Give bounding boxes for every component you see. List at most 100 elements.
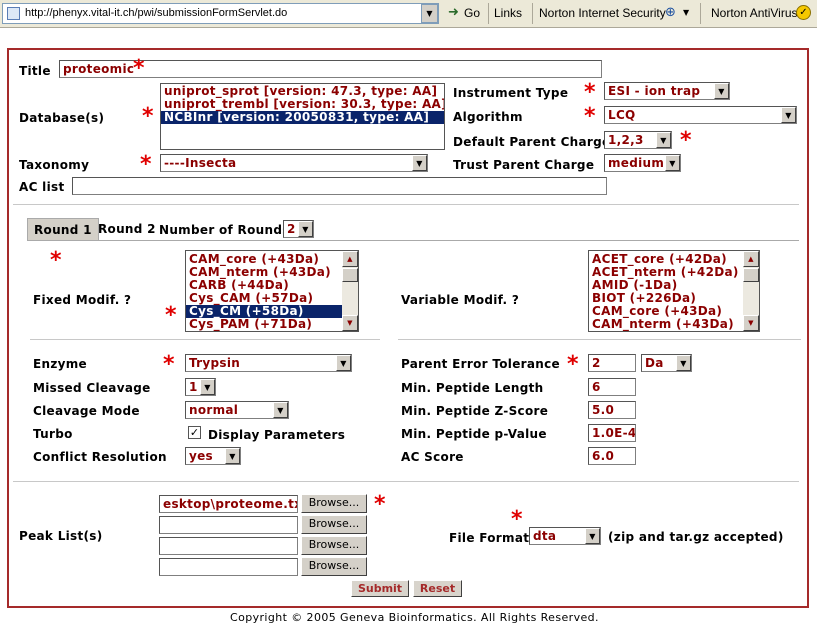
ac-score-input[interactable]: 6.0 xyxy=(588,447,636,465)
algorithm-value: LCQ xyxy=(608,108,636,122)
chevron-down-icon[interactable]: ▼ xyxy=(298,221,313,237)
fixed-modif-list[interactable]: CAM_core (+43Da) CAM_nterm (+43Da) CARB … xyxy=(185,250,359,332)
go-arrow-icon[interactable]: ➜ xyxy=(448,5,459,20)
scroll-thumb[interactable] xyxy=(342,268,358,282)
ac-list-input[interactable] xyxy=(72,177,607,195)
trust-label: Trust Parent Charge xyxy=(453,158,595,172)
database-list[interactable]: uniprot_sprot [version: 47.3, type: AA] … xyxy=(160,83,445,150)
min-peptide-pvalue-input[interactable]: 1.0E-4 xyxy=(588,424,636,442)
divider xyxy=(13,204,799,206)
file-format-note: (zip and tar.gz accepted) xyxy=(608,530,784,544)
ac-score-label: AC Score xyxy=(401,450,464,464)
database-label: Database(s) xyxy=(19,111,105,125)
address-bar[interactable]: http://phenyx.vital-it.ch/pwi/submission… xyxy=(2,3,439,24)
tab-round-1[interactable]: Round 1 xyxy=(27,218,99,241)
address-text: http://phenyx.vital-it.ch/pwi/submission… xyxy=(25,7,288,19)
copyright-footer: Copyright © 2005 Geneva Bioinformatics. … xyxy=(230,611,599,624)
reset-button[interactable]: Reset xyxy=(413,580,462,597)
min-peptide-zscore-input[interactable]: 5.0 xyxy=(588,401,636,419)
toolbar-separator xyxy=(532,3,533,24)
required-icon: * xyxy=(133,56,145,81)
conflict-resolution-value: yes xyxy=(189,449,214,463)
database-option-selected[interactable]: NCBInr [version: 20050831, type: AA] xyxy=(161,111,444,124)
divider xyxy=(13,481,799,483)
number-of-rounds-label: Number of Rounds xyxy=(159,223,290,237)
browse-button[interactable]: Browse... xyxy=(301,557,367,576)
charge-value: 1,2,3 xyxy=(608,133,644,147)
chevron-down-icon[interactable]: ▼ xyxy=(200,379,215,395)
taxonomy-select[interactable]: ----Insecta ▼ xyxy=(160,154,428,172)
conflict-resolution-label: Conflict Resolution xyxy=(33,450,167,464)
scroll-thumb[interactable] xyxy=(743,268,759,282)
tolerance-unit-value: Da xyxy=(645,356,664,370)
parent-error-tolerance-input[interactable]: 2 xyxy=(588,354,636,372)
browse-button[interactable]: Browse... xyxy=(301,536,367,555)
norton-antivirus-button[interactable]: Norton AntiVirus xyxy=(711,6,798,20)
min-peptide-length-label: Min. Peptide Length xyxy=(401,381,544,395)
chevron-down-icon[interactable]: ▼ xyxy=(273,402,288,418)
peak-file-input[interactable]: esktop\proteome.txt xyxy=(159,495,298,513)
trust-value: medium xyxy=(608,156,665,170)
links-button[interactable]: Links xyxy=(494,6,522,20)
display-parameters-checkbox[interactable]: ✓ xyxy=(188,426,201,439)
ac-list-label: AC list xyxy=(19,180,65,194)
tolerance-unit-select[interactable]: Da ▼ xyxy=(641,354,692,372)
file-format-value: dta xyxy=(533,529,557,543)
min-peptide-pvalue-label: Min. Peptide p-Value xyxy=(401,427,547,441)
peak-file-input[interactable] xyxy=(159,516,298,534)
chevron-down-icon[interactable]: ▼ xyxy=(225,448,240,464)
chevron-down-icon[interactable]: ▼ xyxy=(665,155,680,171)
required-icon: * xyxy=(584,104,596,129)
algorithm-select[interactable]: LCQ ▼ xyxy=(604,106,797,124)
missed-cleavage-select[interactable]: 1 ▼ xyxy=(185,378,216,396)
min-peptide-pvalue-value: 1.0E-4 xyxy=(592,426,636,440)
required-icon: * xyxy=(511,507,523,532)
peak-file-input[interactable] xyxy=(159,537,298,555)
go-button[interactable]: Go xyxy=(464,6,480,20)
tab-round-2[interactable]: Round 2 xyxy=(92,218,162,241)
toolbar-separator xyxy=(700,3,701,24)
browse-button[interactable]: Browse... xyxy=(301,515,367,534)
scroll-down-icon[interactable]: ▼ xyxy=(743,315,759,331)
chevron-down-icon[interactable]: ▼ xyxy=(781,107,796,123)
file-format-select[interactable]: dta ▼ xyxy=(529,527,601,545)
norton-security-button[interactable]: Norton Internet Security xyxy=(539,6,666,20)
trust-select[interactable]: medium ▼ xyxy=(604,154,681,172)
divider xyxy=(398,339,801,341)
scroll-down-icon[interactable]: ▼ xyxy=(342,315,358,331)
variable-modif-list[interactable]: ACET_core (+42Da) ACET_nterm (+42Da) AMI… xyxy=(588,250,760,332)
chevron-down-icon[interactable]: ▼ xyxy=(412,155,427,171)
enzyme-select[interactable]: Trypsin ▼ xyxy=(185,354,352,372)
min-peptide-length-input[interactable]: 6 xyxy=(588,378,636,396)
norton-icon[interactable]: ✓ xyxy=(796,5,811,20)
min-peptide-zscore-label: Min. Peptide Z-Score xyxy=(401,404,549,418)
instrument-select[interactable]: ESI - ion trap ▼ xyxy=(604,82,730,100)
fixed-modif-scrollbar[interactable]: ▲ ▼ xyxy=(342,251,358,331)
fixed-modif-option[interactable]: Cys_PAM (+71Da) xyxy=(186,318,358,331)
globe-icon[interactable]: ⊕ xyxy=(665,5,676,20)
scroll-up-icon[interactable]: ▲ xyxy=(342,251,358,267)
chevron-down-icon[interactable]: ▼ xyxy=(585,528,600,544)
variable-modif-scrollbar[interactable]: ▲ ▼ xyxy=(743,251,759,331)
chevron-down-icon[interactable]: ▼ xyxy=(683,8,689,17)
fixed-modif-label: Fixed Modif. ? xyxy=(33,293,132,307)
cleavage-mode-select[interactable]: normal ▼ xyxy=(185,401,289,419)
scroll-up-icon[interactable]: ▲ xyxy=(743,251,759,267)
peak-file-input[interactable] xyxy=(159,558,298,576)
submit-button[interactable]: Submit xyxy=(351,580,409,597)
variable-modif-option[interactable]: CAM_nterm (+43Da) xyxy=(589,318,759,331)
chevron-down-icon[interactable]: ▼ xyxy=(676,355,691,371)
conflict-resolution-select[interactable]: yes ▼ xyxy=(185,447,241,465)
cleavage-mode-value: normal xyxy=(189,403,239,417)
chevron-down-icon[interactable]: ▼ xyxy=(714,83,729,99)
chevron-down-icon[interactable]: ▼ xyxy=(656,132,671,148)
missed-cleavage-label: Missed Cleavage xyxy=(33,381,151,395)
parent-error-tolerance-label: Parent Error Tolerance xyxy=(401,357,560,371)
address-dropdown-icon[interactable]: ▼ xyxy=(421,4,438,23)
number-of-rounds-select[interactable]: 2 ▼ xyxy=(283,220,314,238)
charge-select[interactable]: 1,2,3 ▼ xyxy=(604,131,672,149)
browser-toolbar: http://phenyx.vital-it.ch/pwi/submission… xyxy=(0,0,817,28)
chevron-down-icon[interactable]: ▼ xyxy=(336,355,351,371)
peak-file-value: esktop\proteome.txt xyxy=(163,497,298,511)
browse-button[interactable]: Browse... xyxy=(301,494,367,513)
